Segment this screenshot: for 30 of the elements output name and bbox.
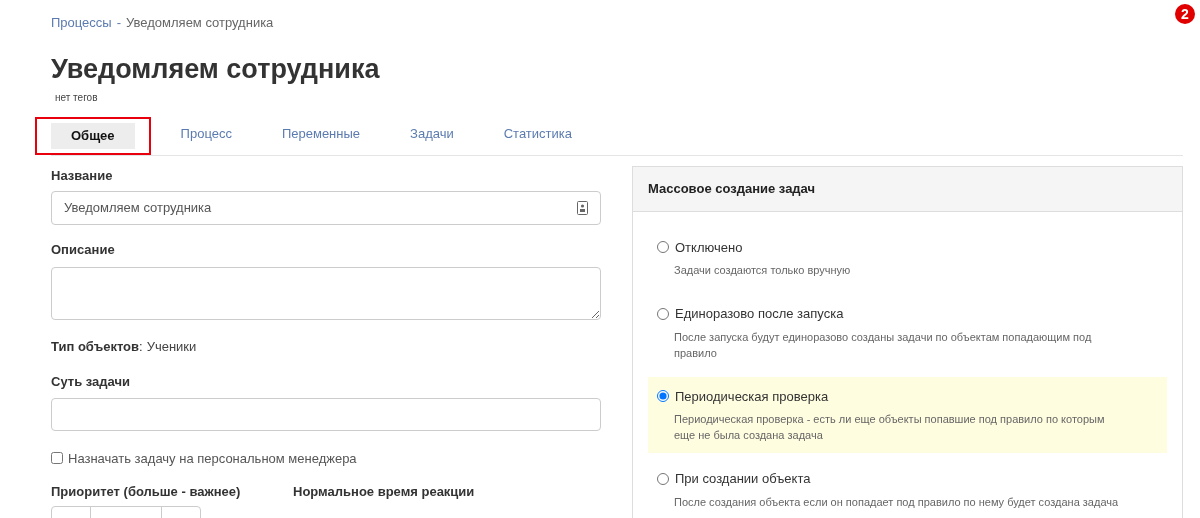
option-description: После создания объекта если он попадает под правило по нему будет создана задача [674, 494, 1120, 510]
panel-title: Массовое создание задач [648, 179, 816, 198]
option-label: При создании объекта [675, 470, 811, 488]
tab[interactable]: Процесс [160, 120, 252, 147]
field-label: Приоритет (больше - важнее) [51, 483, 242, 501]
breadcrumb-link[interactable]: Процессы [51, 13, 112, 33]
option-label: Периодическая проверка [675, 387, 829, 406]
option-description: После запуска будут единоразово созданы задачи по объектам попадающим под правило [674, 329, 1093, 361]
tab[interactable]: Переменные [261, 120, 381, 147]
tags-text: нет тегов [55, 90, 99, 105]
notification-badge: 2 [1175, 4, 1195, 24]
field-value: Уведомляем сотрудника [64, 199, 212, 218]
option-label: Единоразово после запуска [675, 305, 844, 323]
tab[interactable]: Статистика [483, 120, 592, 147]
field-separator: : [139, 337, 143, 356]
option-description: Задачи создаются только вручную [674, 263, 852, 278]
tab[interactable]: Задачи [390, 120, 474, 147]
breadcrumb-current: Уведомляем сотрудника [126, 14, 274, 32]
page-title: Уведомляем сотрудника [51, 52, 381, 86]
option-description: Периодическая проверка - есть ли еще объекты попавшие под правило по которым еще не была создана задача [674, 412, 1106, 443]
breadcrumb-separator: - [116, 14, 122, 32]
option-label: Отключено [675, 238, 743, 257]
name-field[interactable]: Уведомляем сотрудника [51, 191, 601, 225]
field-label: Описание [51, 241, 116, 259]
field-label: Название [51, 166, 114, 185]
field-label: Нормальное время реакции [293, 483, 475, 501]
field-label: Суть задачи [51, 373, 131, 391]
field-value: Ученики [146, 337, 197, 356]
checkbox-label: Назначать задачу на персональном менеджера [68, 449, 357, 468]
tab[interactable]: Общее [51, 122, 135, 149]
